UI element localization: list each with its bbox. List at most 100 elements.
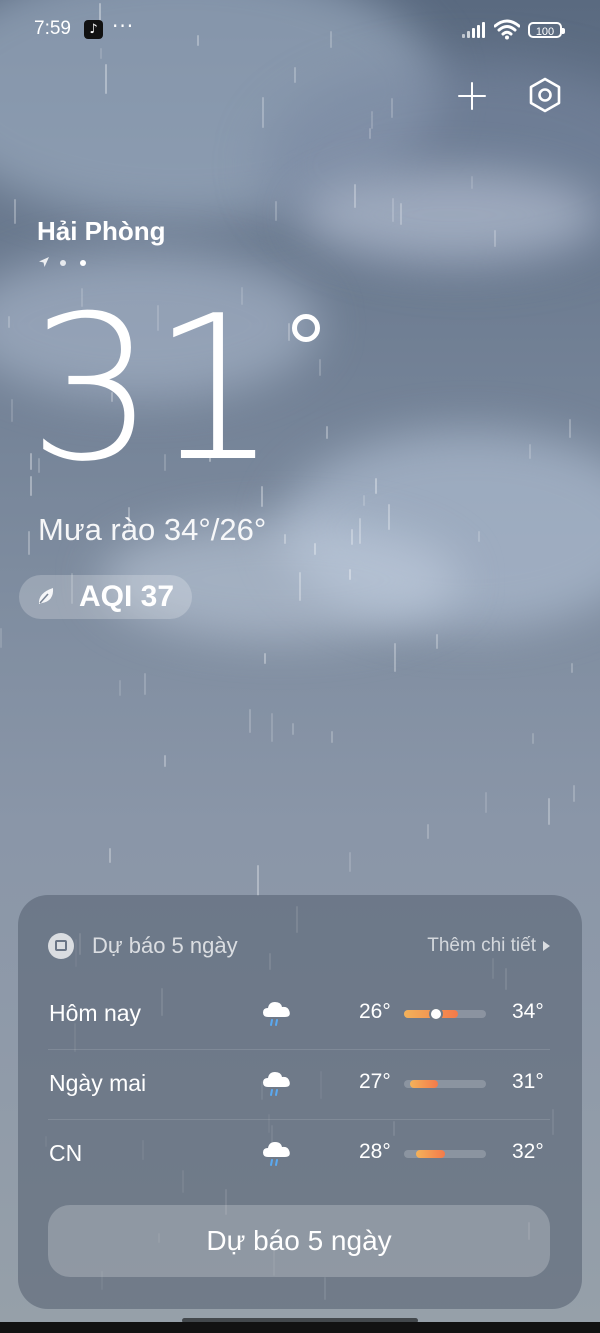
rain-streak — [299, 572, 301, 601]
location-arrow-icon — [39, 257, 49, 267]
forecast-high: 32° — [512, 1140, 544, 1163]
forecast-header: Dự báo 5 ngày Thêm chi tiết — [48, 933, 552, 963]
rain-streak — [478, 531, 480, 542]
rain-streak — [331, 731, 333, 743]
weather-screen: 7:59 ♪ ··· 100 Hải Phòng 31 Mưa rào 34°/… — [0, 0, 600, 1333]
rain-streak — [109, 848, 111, 863]
temperature-range-fill — [409, 1080, 439, 1088]
aqi-badge[interactable]: AQI 37 — [19, 575, 193, 619]
rain-streak — [119, 680, 121, 696]
cloud-rain-icon — [263, 1072, 290, 1096]
cloud-rain-icon — [263, 1002, 290, 1026]
rain-streak — [349, 852, 351, 872]
temperature-range-bar — [404, 1080, 486, 1088]
current-temperature: 31 — [28, 273, 278, 506]
rain-streak — [571, 663, 573, 673]
rain-streak — [164, 755, 166, 767]
pager-dot — [60, 260, 66, 266]
rain-streak — [392, 198, 394, 222]
rain-streak — [573, 785, 575, 802]
rain-streak — [294, 67, 296, 83]
forecast-high: 31° — [512, 1070, 544, 1093]
rain-streak — [388, 504, 390, 530]
current-temperature-marker — [428, 1007, 443, 1021]
rain-streak — [471, 176, 473, 189]
rain-streak — [349, 569, 351, 580]
more-details-link[interactable]: Thêm chi tiết — [427, 935, 552, 957]
rain-streak — [369, 128, 371, 139]
more-notifications-indicator: ··· — [112, 14, 135, 38]
rain-streak — [359, 518, 361, 544]
rain-streak — [569, 419, 571, 438]
chevron-right-icon — [543, 941, 550, 951]
cloud-layer — [300, 170, 600, 260]
rain-streak — [400, 203, 402, 225]
settings-hexagon-icon — [529, 77, 561, 113]
rain-streak — [314, 543, 316, 555]
forecast-low: 28° — [359, 1140, 391, 1163]
rain-streak — [548, 798, 550, 825]
rain-streak — [532, 733, 534, 744]
temperature-range-bar — [404, 1150, 486, 1158]
degree-symbol — [292, 314, 320, 342]
five-day-forecast-button[interactable]: Dự báo 5 ngày — [48, 1205, 550, 1277]
rain-streak — [257, 865, 259, 896]
forecast-title: Dự báo 5 ngày — [92, 933, 238, 958]
battery-icon: 100 — [528, 22, 565, 38]
rain-streak — [391, 98, 393, 118]
rain-streak — [436, 634, 438, 649]
rain-streak — [363, 495, 365, 506]
forecast-day: Hôm nay — [49, 1000, 142, 1026]
rain-streak — [264, 653, 266, 664]
temperature-range-bar — [404, 1007, 486, 1021]
rain-streak — [14, 199, 16, 224]
wifi-icon — [494, 19, 520, 40]
add-city-button[interactable] — [452, 76, 492, 116]
rain-streak — [144, 673, 146, 695]
rain-streak — [11, 399, 13, 422]
location-pager — [38, 256, 98, 270]
forecast-high: 34° — [512, 1000, 544, 1023]
rain-streak — [394, 643, 396, 672]
rain-streak — [371, 111, 373, 129]
leaf-icon — [38, 588, 54, 604]
forecast-card: Dự báo 5 ngày Thêm chi tiết Hôm nay 26° … — [18, 895, 582, 1309]
rain-streak — [326, 426, 328, 439]
forecast-row[interactable]: CN 28° 32° — [48, 1120, 550, 1190]
rain-streak — [275, 201, 277, 221]
status-bar: 7:59 ♪ ··· 100 — [0, 0, 600, 60]
condition-and-range: Mưa rào 34°/26° — [38, 512, 267, 547]
forecast-day: Ngày mai — [49, 1070, 147, 1096]
nav-strip — [0, 1322, 600, 1333]
signal-icon — [462, 22, 488, 38]
status-time: 7:59 — [34, 18, 71, 39]
forecast-day: CN — [49, 1140, 83, 1166]
rain-streak — [354, 184, 356, 208]
rain-streak — [292, 723, 294, 735]
aqi-value: AQI 37 — [79, 580, 175, 613]
rain-streak — [288, 323, 290, 341]
rain-streak — [494, 230, 496, 247]
city-name[interactable]: Hải Phòng — [37, 216, 166, 247]
calendar-icon — [48, 933, 74, 959]
rain-streak — [375, 478, 377, 494]
rain-streak — [28, 531, 30, 555]
forecast-low: 27° — [359, 1070, 391, 1093]
rain-streak — [485, 792, 487, 813]
rain-streak — [427, 824, 429, 839]
forecast-row[interactable]: Hôm nay 26° 34° — [48, 980, 550, 1050]
rain-streak — [271, 713, 273, 742]
temperature-range-fill — [416, 1150, 445, 1158]
tiktok-icon: ♪ — [84, 20, 103, 39]
rain-streak — [284, 534, 286, 544]
settings-button[interactable] — [524, 74, 566, 116]
rain-streak — [0, 628, 2, 648]
rain-streak — [262, 97, 264, 128]
rain-streak — [319, 359, 321, 376]
rain-streak — [8, 316, 10, 328]
rain-streak — [351, 529, 353, 545]
forecast-row[interactable]: Ngày mai 27° 31° — [48, 1050, 550, 1120]
rain-streak — [529, 444, 531, 459]
pager-dot — [80, 260, 86, 266]
cloud-rain-icon — [263, 1142, 290, 1166]
